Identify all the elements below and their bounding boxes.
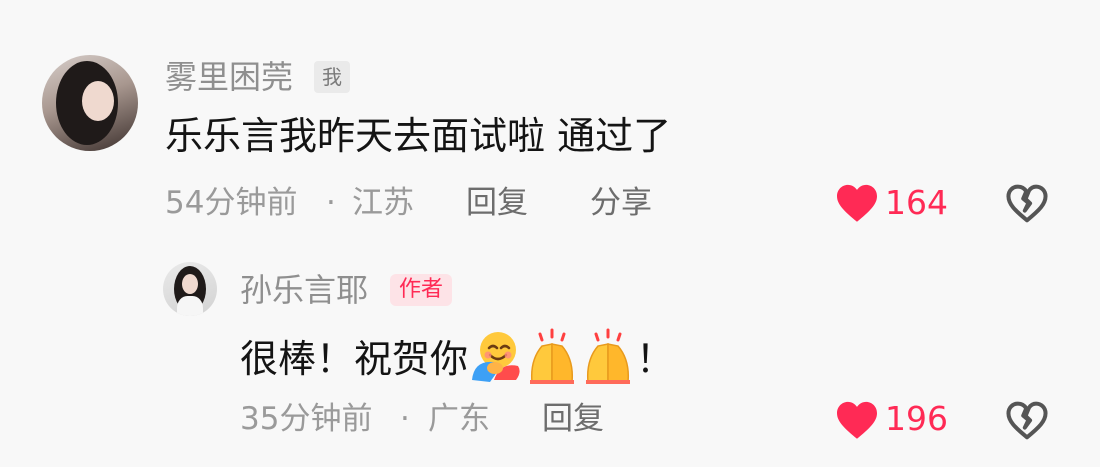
like-count: 196 — [885, 399, 948, 438]
user-avatar[interactable] — [42, 55, 138, 151]
reply-time: 35分钟前 — [240, 401, 373, 437]
broken-heart-icon[interactable] — [1005, 400, 1049, 440]
avatar-face — [82, 81, 114, 121]
heart-icon[interactable] — [835, 400, 879, 440]
like-count: 164 — [885, 183, 948, 222]
smiling-face-with-hearts-hug-emoji — [472, 332, 520, 382]
comment-location: 江苏 — [352, 185, 414, 221]
avatar-body — [177, 296, 203, 316]
heart-icon[interactable] — [835, 183, 879, 223]
avatar-face — [182, 274, 198, 294]
author-avatar[interactable] — [163, 262, 217, 316]
comment-time: 54分钟前 — [165, 185, 298, 221]
reply-username[interactable]: 孙乐言耶 — [240, 270, 368, 310]
reply-text: 很棒！祝贺你 — [240, 337, 469, 381]
clapping-hands-emoji — [530, 328, 575, 384]
author-tag-badge: 作者 — [390, 274, 453, 306]
reply-button[interactable]: 回复 — [466, 183, 528, 223]
broken-heart-icon[interactable] — [1005, 183, 1049, 223]
clapping-hands-emoji — [586, 328, 631, 384]
reply-text-end: ！ — [636, 337, 675, 381]
self-tag-badge: 我 — [314, 61, 350, 93]
share-button[interactable]: 分享 — [590, 183, 652, 223]
reply-text-line: 很棒！祝贺你 ！ — [240, 328, 674, 384]
reply-button[interactable]: 回复 — [542, 399, 604, 439]
comment-text: 乐乐言我昨天去面试啦 通过了 — [165, 114, 672, 158]
reply-location: 广东 — [428, 401, 490, 437]
comment-username[interactable]: 雾里困莞 — [165, 57, 293, 97]
meta-separator: · — [326, 185, 336, 221]
meta-separator: · — [400, 401, 410, 437]
